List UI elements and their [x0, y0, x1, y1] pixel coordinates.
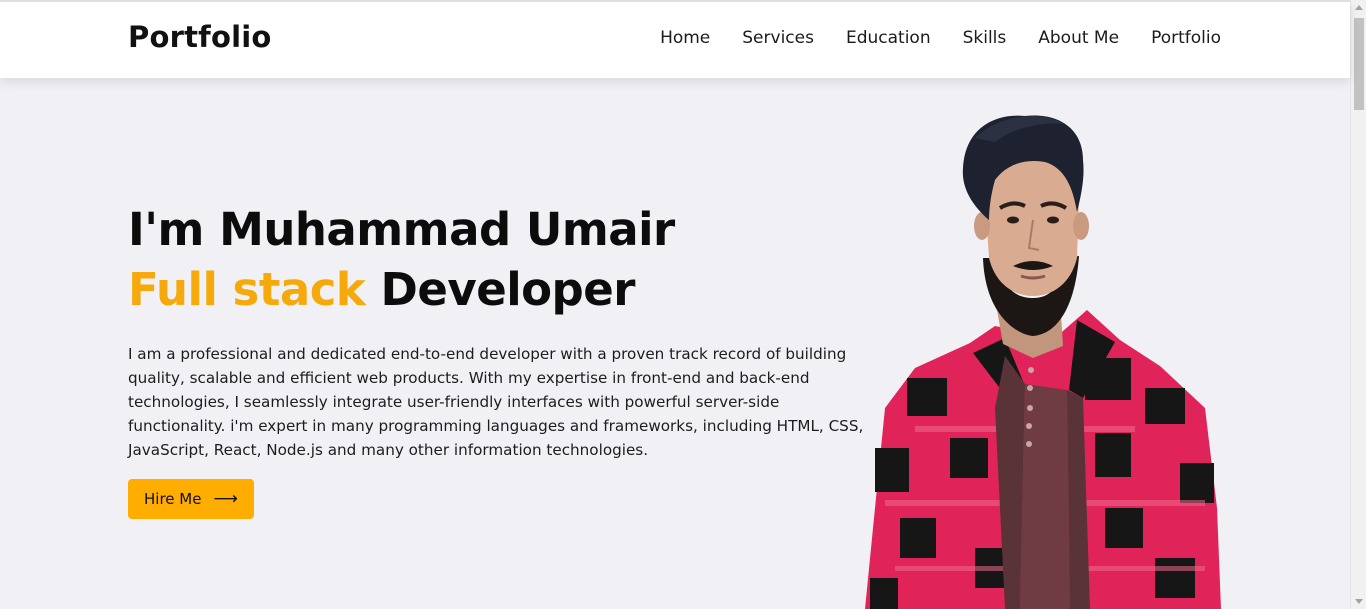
- hero-role-heading: Full stack Developer: [128, 260, 868, 320]
- nav-link-services[interactable]: Services: [742, 28, 814, 48]
- nav-link-home[interactable]: Home: [660, 28, 710, 48]
- nav-menu: Home Services Education Skills About Me …: [660, 28, 1221, 48]
- page-scrollbar[interactable]: [1350, 0, 1366, 609]
- scroll-up-arrow-icon[interactable]: [1355, 5, 1363, 10]
- hero-section: I'm Muhammad Umair Full stack Developer …: [128, 200, 868, 519]
- nav-item: About Me: [1038, 28, 1119, 48]
- nav-item: Education: [846, 28, 931, 48]
- nav-item: Home: [660, 28, 710, 48]
- arrow-right-icon: ⟶: [213, 488, 238, 509]
- nav-item: Portfolio: [1151, 28, 1221, 48]
- nav-link-portfolio[interactable]: Portfolio: [1151, 28, 1221, 48]
- hero-description: I am a professional and dedicated end-to…: [128, 345, 864, 459]
- nav-link-about-me[interactable]: About Me: [1038, 28, 1119, 48]
- hero-name-heading: I'm Muhammad Umair: [128, 203, 675, 256]
- role-accent-text: Full stack: [128, 263, 366, 316]
- nav-link-education[interactable]: Education: [846, 28, 931, 48]
- scrollbar-thumb[interactable]: [1354, 18, 1364, 110]
- profile-photo: [865, 115, 1221, 609]
- navbar: Portfolio Home Services Education Skills…: [0, 2, 1350, 78]
- nav-link-skills[interactable]: Skills: [963, 28, 1007, 48]
- nav-item: Services: [742, 28, 814, 48]
- scroll-down-arrow-icon[interactable]: [1355, 599, 1363, 604]
- role-rest-text: Developer: [365, 263, 635, 316]
- nav-item: Skills: [963, 28, 1007, 48]
- hire-me-label: Hire Me: [144, 490, 202, 508]
- brand-logo[interactable]: Portfolio: [128, 20, 272, 54]
- hire-me-button[interactable]: Hire Me ⟶: [128, 479, 254, 519]
